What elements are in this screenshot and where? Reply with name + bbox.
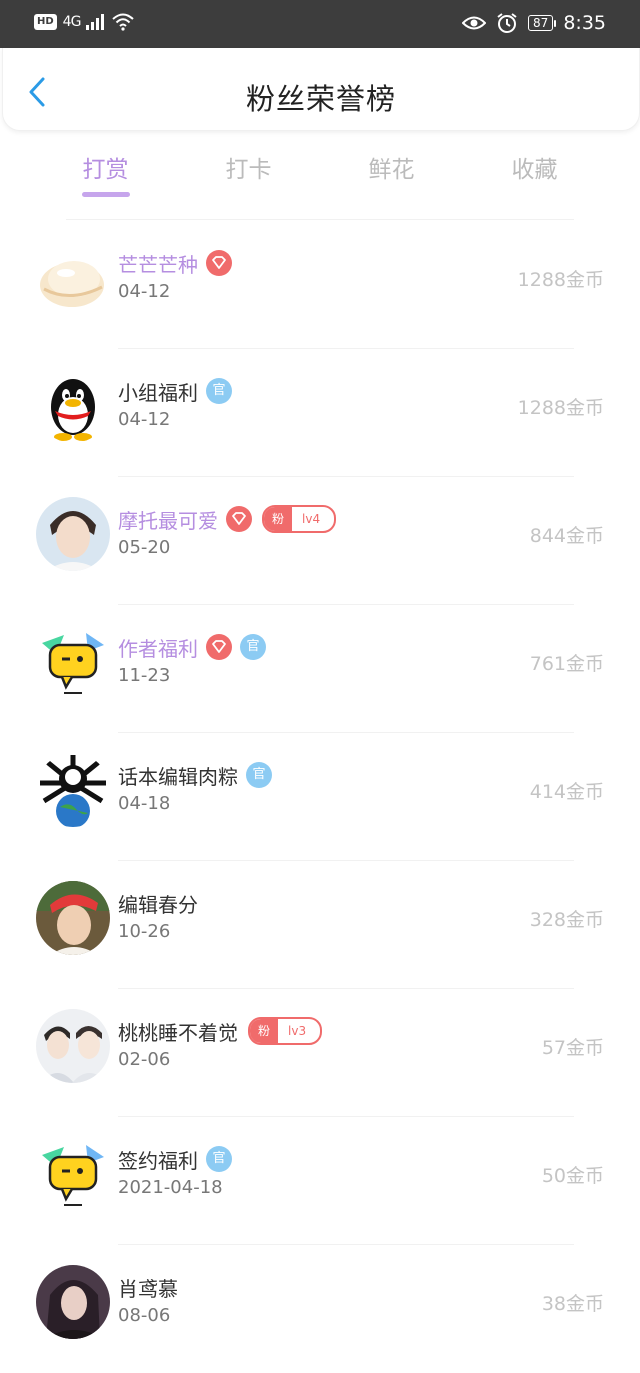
fan-label: 粉 xyxy=(264,507,293,531)
list-item[interactable]: 摩托最可爱 粉 lv4 05-20 844金币 xyxy=(0,477,640,605)
avatar[interactable] xyxy=(36,1265,110,1339)
date: 2021-04-18 xyxy=(118,1177,223,1198)
avatar[interactable] xyxy=(36,625,110,699)
date: 04-12 xyxy=(118,409,171,430)
wifi-icon xyxy=(112,13,135,31)
avatar[interactable] xyxy=(36,881,110,955)
date: 08-06 xyxy=(118,1305,171,1326)
coin-amount: 1288金币 xyxy=(517,269,604,291)
tab-checkin[interactable]: 打卡 xyxy=(177,150,320,184)
user-name: 桃桃睡不着觉 xyxy=(118,1020,238,1045)
fan-level: lv3 xyxy=(288,1024,307,1038)
user-name: 摩托最可爱 xyxy=(118,508,218,533)
tab-active-indicator xyxy=(82,192,130,197)
battery-icon: 87 xyxy=(528,15,557,31)
hd-indicator: HD xyxy=(34,14,57,30)
date: 11-23 xyxy=(118,665,171,686)
list-item[interactable]: 桃桃睡不着觉 粉 lv3 02-06 57金币 xyxy=(0,989,640,1117)
alarm-icon xyxy=(497,13,517,33)
tab-favorites[interactable]: 收藏 xyxy=(463,150,606,184)
clock: 8:35 xyxy=(563,12,606,34)
tab-flowers[interactable]: 鲜花 xyxy=(320,150,463,184)
list-item[interactable]: 肖鸢慕 08-06 38金币 xyxy=(0,1245,640,1373)
page-title: 粉丝荣誉榜 xyxy=(245,82,396,116)
list-item[interactable]: 编辑春分 10-26 328金币 xyxy=(0,861,640,989)
coin-amount: 50金币 xyxy=(541,1165,604,1187)
coin-amount: 1288金币 xyxy=(517,397,604,419)
official-badge-icon: 官 xyxy=(240,634,266,660)
date: 04-12 xyxy=(118,281,171,302)
tab-reward[interactable]: 打赏 xyxy=(34,150,177,184)
coin-amount: 844金币 xyxy=(529,525,604,547)
avatar[interactable] xyxy=(36,369,110,443)
tab-bar: 打赏 打卡 鲜花 收藏 xyxy=(34,150,606,200)
user-name: 话本编辑肉粽 xyxy=(118,764,238,789)
coin-amount: 38金币 xyxy=(541,1293,604,1315)
user-name: 编辑春分 xyxy=(118,892,198,917)
avatar[interactable] xyxy=(36,753,110,827)
signal-icon xyxy=(86,14,105,30)
coin-amount: 57金币 xyxy=(541,1037,604,1059)
header: 粉丝荣誉榜 xyxy=(2,48,640,131)
user-name: 签约福利 xyxy=(118,1148,198,1173)
official-badge-icon: 官 xyxy=(206,1146,232,1172)
coin-amount: 761金币 xyxy=(529,653,604,675)
list-item[interactable]: 小组福利 官 04-12 1288金币 xyxy=(0,349,640,477)
network-type: 4G xyxy=(62,14,82,30)
diamond-badge-icon xyxy=(206,634,232,660)
official-badge-icon: 官 xyxy=(206,378,232,404)
avatar[interactable] xyxy=(36,241,110,315)
list-item[interactable]: 话本编辑肉粽 官 04-18 414金币 xyxy=(0,733,640,861)
avatar[interactable] xyxy=(36,1137,110,1211)
eye-icon xyxy=(462,16,487,30)
fan-label: 粉 xyxy=(250,1019,279,1043)
date: 10-26 xyxy=(118,921,171,942)
date: 04-18 xyxy=(118,793,171,814)
date: 05-20 xyxy=(118,537,171,558)
fan-level-badge: 粉 lv3 xyxy=(248,1017,323,1045)
user-name: 作者福利 xyxy=(118,636,198,661)
status-bar: HD 4G 87 8:35 xyxy=(0,0,640,48)
official-badge-icon: 官 xyxy=(246,762,272,788)
avatar[interactable] xyxy=(36,1009,110,1083)
list-item[interactable]: 签约福利 官 2021-04-18 50金币 xyxy=(0,1117,640,1245)
list-item[interactable]: 作者福利 官 11-23 761金币 xyxy=(0,605,640,733)
coin-amount: 328金币 xyxy=(529,909,604,931)
coin-amount: 414金币 xyxy=(529,781,604,803)
diamond-badge-icon xyxy=(206,250,232,276)
user-name: 芒芒芒种 xyxy=(118,252,198,277)
fan-level: lv4 xyxy=(302,512,321,526)
fan-level-badge: 粉 lv4 xyxy=(262,505,337,533)
diamond-badge-icon xyxy=(226,506,252,532)
list-item[interactable]: 芒芒芒种 04-12 1288金币 xyxy=(0,221,640,349)
tab-divider xyxy=(66,219,574,220)
date: 02-06 xyxy=(118,1049,171,1070)
avatar[interactable] xyxy=(36,497,110,571)
user-name: 肖鸢慕 xyxy=(118,1276,178,1301)
user-name: 小组福利 xyxy=(118,380,198,405)
